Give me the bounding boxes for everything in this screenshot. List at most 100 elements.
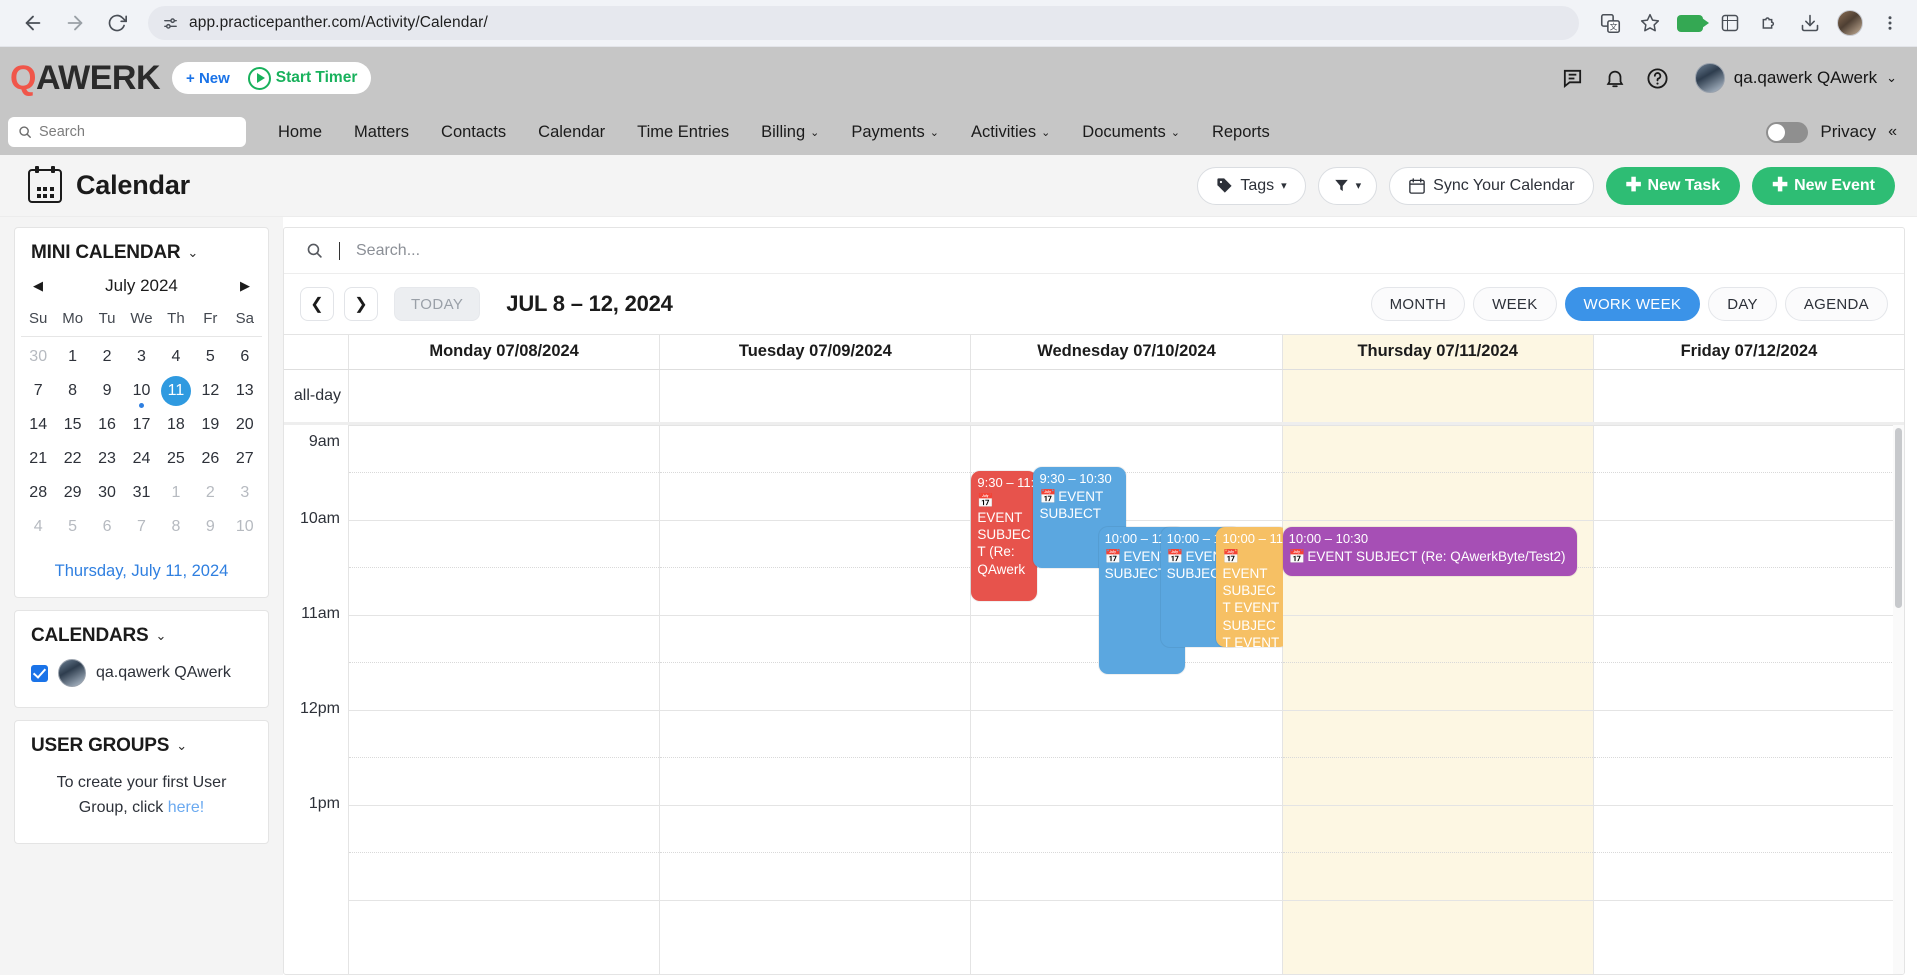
- prev-period-button[interactable]: ❮: [300, 287, 334, 321]
- notification-bell-icon[interactable]: [1604, 67, 1626, 89]
- mini-day-cell[interactable]: 10: [124, 374, 158, 408]
- mini-day-cell[interactable]: 15: [55, 408, 89, 442]
- scrollbar-thumb[interactable]: [1895, 428, 1902, 608]
- calendar-list-item[interactable]: qa.qawerk QAwerk: [15, 655, 268, 707]
- mini-day-cell[interactable]: 3: [124, 340, 158, 374]
- collapse-icon[interactable]: «: [1888, 123, 1897, 141]
- tags-button[interactable]: Tags ▾: [1197, 166, 1306, 205]
- new-task-button[interactable]: ✚ New Task: [1605, 166, 1741, 205]
- filter-button[interactable]: ▾: [1317, 166, 1378, 205]
- mini-day-cell[interactable]: 24: [124, 442, 158, 476]
- all-day-cell-friday[interactable]: [1594, 370, 1904, 422]
- mini-day-cell[interactable]: 6: [90, 510, 124, 544]
- chat-icon[interactable]: [1561, 67, 1584, 90]
- view-button-agenda[interactable]: AGENDA: [1784, 287, 1888, 321]
- mini-day-cell[interactable]: 2: [193, 476, 227, 510]
- mini-calendar-today-label[interactable]: Thursday, July 11, 2024: [15, 550, 268, 597]
- mini-day-cell[interactable]: 14: [21, 408, 55, 442]
- mini-day-cell[interactable]: 27: [228, 442, 262, 476]
- new-button[interactable]: + New: [176, 65, 240, 91]
- nav-item-home[interactable]: Home: [262, 123, 338, 142]
- address-bar[interactable]: app.practicepanther.com/Activity/Calenda…: [148, 6, 1579, 40]
- mini-day-cell[interactable]: 1: [159, 476, 193, 510]
- help-circle-icon[interactable]: [1646, 67, 1669, 90]
- nav-item-reports[interactable]: Reports: [1196, 123, 1286, 142]
- day-column-thursday[interactable]: 10:00 – 10:30 📅 EVENT SUBJECT (Re: QAwerkB…: [1282, 425, 1594, 974]
- mini-day-cell[interactable]: 3: [228, 476, 262, 510]
- mini-day-cell[interactable]: 18: [159, 408, 193, 442]
- day-column-friday[interactable]: [1593, 425, 1904, 974]
- mini-day-cell[interactable]: 19: [193, 408, 227, 442]
- all-day-cell-wednesday[interactable]: [971, 370, 1283, 422]
- mini-day-cell[interactable]: 4: [159, 340, 193, 374]
- prev-month-button[interactable]: ◀: [33, 278, 51, 294]
- site-settings-icon[interactable]: [162, 15, 179, 32]
- all-day-cell-tuesday[interactable]: [660, 370, 972, 422]
- calendar-checkbox[interactable]: [31, 664, 48, 682]
- mini-day-cell[interactable]: 7: [124, 510, 158, 544]
- mini-day-cell[interactable]: 20: [228, 408, 262, 442]
- kebab-menu-icon[interactable]: [1877, 10, 1903, 36]
- mini-day-cell[interactable]: 4: [21, 510, 55, 544]
- mini-day-cell[interactable]: 8: [55, 374, 89, 408]
- mini-day-cell[interactable]: 22: [55, 442, 89, 476]
- next-period-button[interactable]: ❯: [344, 287, 378, 321]
- day-column-tuesday[interactable]: [660, 425, 972, 974]
- translate-icon[interactable]: 文: [1597, 10, 1623, 36]
- view-button-week[interactable]: WEEK: [1473, 287, 1557, 321]
- mini-day-cell[interactable]: 16: [90, 408, 124, 442]
- mini-day-cell[interactable]: 2: [90, 340, 124, 374]
- global-search-input[interactable]: Search: [8, 117, 246, 147]
- back-arrow-icon[interactable]: [14, 4, 52, 42]
- puzzle-icon[interactable]: [1757, 10, 1783, 36]
- next-month-button[interactable]: ▶: [232, 278, 250, 294]
- day-header-wednesday[interactable]: Wednesday 07/10/2024: [971, 335, 1283, 369]
- nav-item-billing[interactable]: Billing ⌄: [745, 123, 835, 142]
- mini-day-cell[interactable]: 23: [90, 442, 124, 476]
- today-button[interactable]: TODAY: [394, 287, 481, 321]
- camera-icon[interactable]: [1677, 10, 1709, 36]
- calendar-search-row[interactable]: Search...: [284, 228, 1904, 274]
- day-header-monday[interactable]: Monday 07/08/2024: [349, 335, 661, 369]
- mini-day-cell[interactable]: 17: [124, 408, 158, 442]
- view-button-month[interactable]: MONTH: [1370, 287, 1466, 321]
- mini-day-cell[interactable]: 6: [228, 340, 262, 374]
- day-header-thursday[interactable]: Thursday 07/11/2024: [1282, 335, 1594, 369]
- star-icon[interactable]: [1637, 10, 1663, 36]
- mini-day-cell[interactable]: 12: [193, 374, 227, 408]
- sync-your-calendar-button[interactable]: Sync Your Calendar: [1389, 166, 1594, 205]
- mini-calendar-header[interactable]: MINI CALENDAR ⌄: [15, 228, 268, 272]
- mini-day-cell[interactable]: 13: [228, 374, 262, 408]
- view-button-work-week[interactable]: WORK WEEK: [1564, 287, 1701, 321]
- mini-day-cell[interactable]: 29: [55, 476, 89, 510]
- mini-day-cell[interactable]: 26: [193, 442, 227, 476]
- reload-icon[interactable]: [98, 4, 136, 42]
- calendars-header[interactable]: CALENDARS ⌄: [15, 611, 268, 655]
- nav-item-calendar[interactable]: Calendar: [522, 123, 621, 142]
- mini-day-cell[interactable]: 5: [193, 340, 227, 374]
- user-menu[interactable]: qa.qawerk QAwerk ⌄: [1694, 63, 1897, 93]
- day-column-monday[interactable]: [349, 425, 661, 974]
- all-day-cell-thursday[interactable]: [1282, 370, 1594, 422]
- mini-day-cell[interactable]: 31: [124, 476, 158, 510]
- mini-day-cell[interactable]: 30: [90, 476, 124, 510]
- extension-icon[interactable]: [1717, 10, 1743, 36]
- privacy-toggle[interactable]: [1766, 121, 1809, 143]
- profile-avatar[interactable]: [1837, 10, 1863, 36]
- qawerk-logo[interactable]: QAWERK: [10, 61, 161, 95]
- nav-item-time-entries[interactable]: Time Entries: [621, 123, 745, 142]
- mini-day-cell[interactable]: 9: [193, 510, 227, 544]
- day-column-wednesday[interactable]: 9:30 – 11:0 📅EVENT SUBJECT (Re: QAwerk 9:3…: [971, 425, 1288, 974]
- view-button-day[interactable]: DAY: [1708, 287, 1777, 321]
- forward-arrow-icon[interactable]: [56, 4, 94, 42]
- calendar-event[interactable]: 9:30 – 11:0 📅EVENT SUBJECT (Re: QAwerk: [971, 471, 1037, 601]
- mini-day-cell[interactable]: 5: [55, 510, 89, 544]
- all-day-cell-monday[interactable]: [349, 370, 661, 422]
- mini-day-cell[interactable]: 21: [21, 442, 55, 476]
- nav-item-matters[interactable]: Matters: [338, 123, 425, 142]
- calendar-event[interactable]: 10:00 – 11: 📅EVENT SUBJECT EVENT SUBJECT …: [1216, 527, 1288, 647]
- mini-day-cell[interactable]: 25: [159, 442, 193, 476]
- nav-item-documents[interactable]: Documents ⌄: [1066, 123, 1196, 142]
- download-icon[interactable]: [1797, 10, 1823, 36]
- mini-day-cell[interactable]: 1: [55, 340, 89, 374]
